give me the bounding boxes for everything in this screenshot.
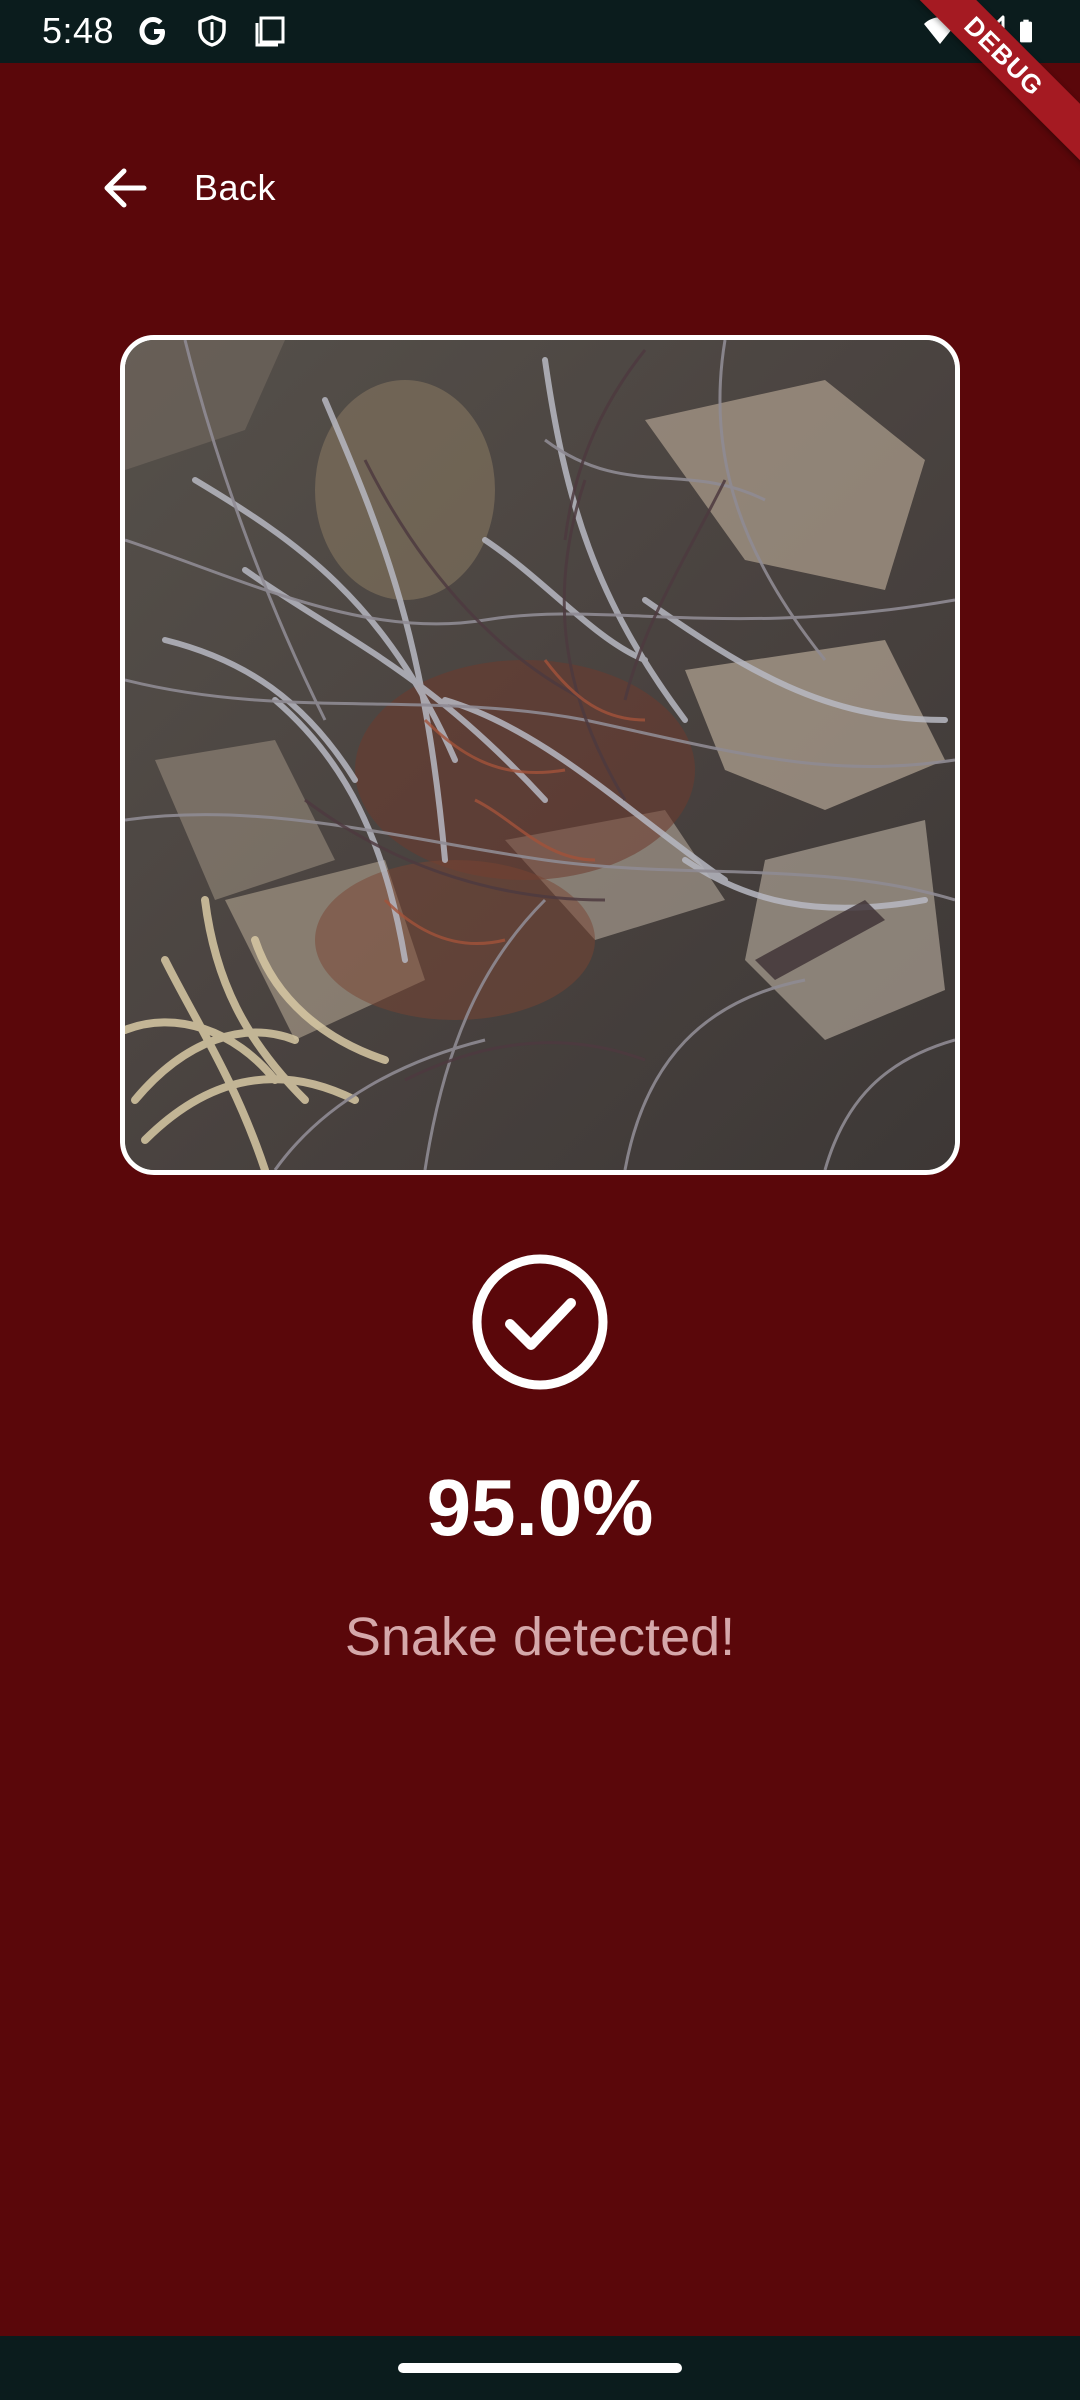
photo-brush-pile <box>125 340 955 1170</box>
app-screen: 5:48 DEBUG Back 95.0% Snake detected! <box>0 0 1080 2400</box>
confidence-percentage: 95.0% <box>426 1463 654 1552</box>
status-bar: 5:48 <box>0 0 1080 63</box>
status-time: 5:48 <box>42 10 115 51</box>
shield-icon <box>198 15 226 47</box>
status-bar-left: 5:48 <box>42 8 288 54</box>
check-circle-icon <box>472 1254 608 1390</box>
detection-result-message: Snake detected! <box>344 1607 736 1667</box>
back-button[interactable]: Back <box>96 156 276 220</box>
arrow-left-icon <box>104 168 147 208</box>
navigation-bar <box>0 2336 1080 2400</box>
home-indicator[interactable] <box>398 2363 682 2373</box>
battery-icon <box>1020 19 1032 43</box>
captured-photo <box>120 335 960 1175</box>
google-g-icon <box>139 17 166 45</box>
back-label: Back <box>194 167 277 208</box>
screenshot-icon <box>255 16 285 47</box>
